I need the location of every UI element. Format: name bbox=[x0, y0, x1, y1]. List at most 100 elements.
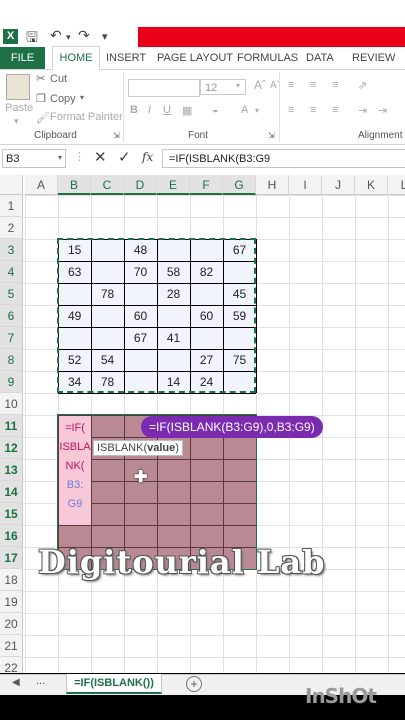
tab-home[interactable]: HOME bbox=[52, 46, 100, 70]
redo-icon[interactable]: ↷ bbox=[78, 27, 90, 44]
column-header-a[interactable]: A bbox=[25, 175, 58, 195]
sheet-tab[interactable]: =IF(ISBLANK()) bbox=[66, 674, 162, 694]
clipboard-paste-icon[interactable] bbox=[6, 74, 30, 100]
align-right-icon[interactable]: ≡ bbox=[332, 104, 338, 116]
cut-icon[interactable]: ✂ bbox=[36, 72, 45, 85]
column-header-h[interactable]: H bbox=[256, 175, 289, 195]
indent-icon[interactable]: ⇥ bbox=[358, 104, 367, 117]
row-header-18[interactable]: 18 bbox=[0, 569, 23, 591]
orientation-icon[interactable]: ⇗ bbox=[358, 79, 367, 92]
clipboard-launcher-icon[interactable]: ⇲ bbox=[113, 131, 120, 140]
column-header-f[interactable]: F bbox=[190, 175, 223, 195]
format-painter-button[interactable]: Format Painter bbox=[50, 111, 123, 123]
font-name-box[interactable] bbox=[128, 79, 200, 97]
add-sheet-button[interactable]: + bbox=[186, 676, 202, 692]
fill-color-icon[interactable]: ◒ bbox=[212, 104, 219, 116]
excel-app-icon[interactable]: X bbox=[3, 29, 18, 44]
row-header-15[interactable]: 15 bbox=[0, 503, 23, 525]
row-header-5[interactable]: 5 bbox=[0, 283, 23, 305]
prev-sheet-icon[interactable]: ◀ bbox=[12, 677, 20, 688]
copy-button[interactable]: Copy bbox=[50, 93, 76, 105]
data-cell[interactable]: 54 bbox=[91, 349, 124, 371]
row-header-8[interactable]: 8 bbox=[0, 349, 23, 371]
data-cell[interactable]: 52 bbox=[58, 349, 91, 371]
row-header-9[interactable]: 9 bbox=[0, 371, 23, 393]
row-header-14[interactable]: 14 bbox=[0, 481, 23, 503]
font-launcher-icon[interactable]: ⇲ bbox=[268, 131, 275, 140]
font-color-dropdown-icon[interactable]: ▾ bbox=[255, 106, 259, 115]
column-header-d[interactable]: D bbox=[124, 175, 157, 195]
data-cell[interactable]: 24 bbox=[190, 371, 223, 393]
align-bottom-icon[interactable]: ≡ bbox=[332, 79, 338, 91]
name-box[interactable]: B3 bbox=[2, 149, 66, 168]
row-header-3[interactable]: 3 bbox=[0, 239, 23, 261]
bold-button[interactable]: B bbox=[130, 104, 138, 116]
tab-file[interactable]: FILE bbox=[0, 47, 45, 69]
enter-icon[interactable]: ✓ bbox=[118, 148, 131, 166]
data-cell[interactable]: 49 bbox=[58, 305, 91, 327]
data-cell[interactable]: 59 bbox=[223, 305, 256, 327]
data-cell[interactable]: 34 bbox=[58, 371, 91, 393]
data-cell[interactable]: 41 bbox=[157, 327, 190, 349]
data-cell[interactable]: 78 bbox=[91, 283, 124, 305]
select-all-corner[interactable] bbox=[0, 175, 23, 195]
tooltip-argument[interactable]: value bbox=[147, 442, 175, 454]
data-cell[interactable]: 60 bbox=[190, 305, 223, 327]
row-header-10[interactable]: 10 bbox=[0, 393, 23, 415]
data-cell[interactable]: 60 bbox=[124, 305, 157, 327]
paste-dropdown-icon[interactable]: ▾ bbox=[14, 116, 19, 127]
borders-icon[interactable]: ▦ bbox=[182, 104, 192, 117]
data-cell[interactable]: 14 bbox=[157, 371, 190, 393]
column-header-e[interactable]: E bbox=[157, 175, 190, 195]
data-cell[interactable]: 63 bbox=[58, 261, 91, 283]
row-header-12[interactable]: 12 bbox=[0, 437, 23, 459]
row-header-16[interactable]: 16 bbox=[0, 525, 23, 547]
undo-dropdown-icon[interactable]: ▾ bbox=[66, 32, 71, 43]
italic-button[interactable]: I bbox=[148, 104, 151, 116]
copy-icon[interactable]: ❐ bbox=[36, 92, 46, 105]
align-left-icon[interactable]: ≡ bbox=[288, 104, 294, 116]
row-header-2[interactable]: 2 bbox=[0, 217, 23, 239]
row-header-20[interactable]: 20 bbox=[0, 613, 23, 635]
data-cell[interactable]: 75 bbox=[223, 349, 256, 371]
column-header-j[interactable]: J bbox=[322, 175, 355, 195]
data-cell[interactable]: 48 bbox=[124, 239, 157, 261]
row-header-13[interactable]: 13 bbox=[0, 459, 23, 481]
tab-formulas[interactable]: FORMULAS bbox=[237, 47, 298, 69]
row-header-7[interactable]: 7 bbox=[0, 327, 23, 349]
underline-button[interactable]: U bbox=[163, 104, 171, 116]
column-header-c[interactable]: C bbox=[91, 175, 124, 195]
row-header-11[interactable]: 11 bbox=[0, 415, 23, 437]
row-header-6[interactable]: 6 bbox=[0, 305, 23, 327]
data-cell[interactable]: 27 bbox=[190, 349, 223, 371]
align-center-icon[interactable]: ≡ bbox=[310, 104, 316, 116]
copy-dropdown-icon[interactable]: ▾ bbox=[80, 93, 84, 102]
tab-page-layout[interactable]: PAGE LAYOUT bbox=[157, 47, 233, 69]
data-cell[interactable]: 67 bbox=[124, 327, 157, 349]
row-header-21[interactable]: 21 bbox=[0, 635, 23, 657]
quick-access-menu-icon[interactable]: ▾ bbox=[102, 30, 108, 43]
data-cell[interactable]: 45 bbox=[223, 283, 256, 305]
data-cell[interactable]: 58 bbox=[157, 261, 190, 283]
align-top-icon[interactable]: ≡ bbox=[288, 79, 294, 91]
row-header-19[interactable]: 19 bbox=[0, 591, 23, 613]
data-cell[interactable]: 67 bbox=[223, 239, 256, 261]
font-color-button[interactable]: A bbox=[241, 104, 248, 116]
cancel-icon[interactable]: ✕ bbox=[94, 148, 107, 166]
formula-input[interactable]: =IF(ISBLANK(B3:G9 bbox=[162, 149, 405, 168]
column-header-k[interactable]: K bbox=[355, 175, 388, 195]
data-cell[interactable]: 28 bbox=[157, 283, 190, 305]
data-cell[interactable]: 82 bbox=[190, 261, 223, 283]
insert-function-button[interactable]: fx bbox=[142, 150, 153, 164]
data-cell[interactable]: 78 bbox=[91, 371, 124, 393]
cut-button[interactable]: Cut bbox=[50, 73, 67, 85]
column-header-l[interactable]: L bbox=[388, 175, 405, 195]
undo-icon[interactable]: ↶ bbox=[50, 27, 62, 44]
row-header-1[interactable]: 1 bbox=[0, 195, 23, 217]
tab-insert[interactable]: INSERT bbox=[106, 47, 146, 69]
paste-button[interactable]: Paste bbox=[5, 102, 33, 114]
row-header-17[interactable]: 17 bbox=[0, 547, 23, 569]
name-box-dropdown-icon[interactable]: ▾ bbox=[58, 153, 62, 162]
data-cell[interactable]: 15 bbox=[58, 239, 91, 261]
column-header-i[interactable]: I bbox=[289, 175, 322, 195]
